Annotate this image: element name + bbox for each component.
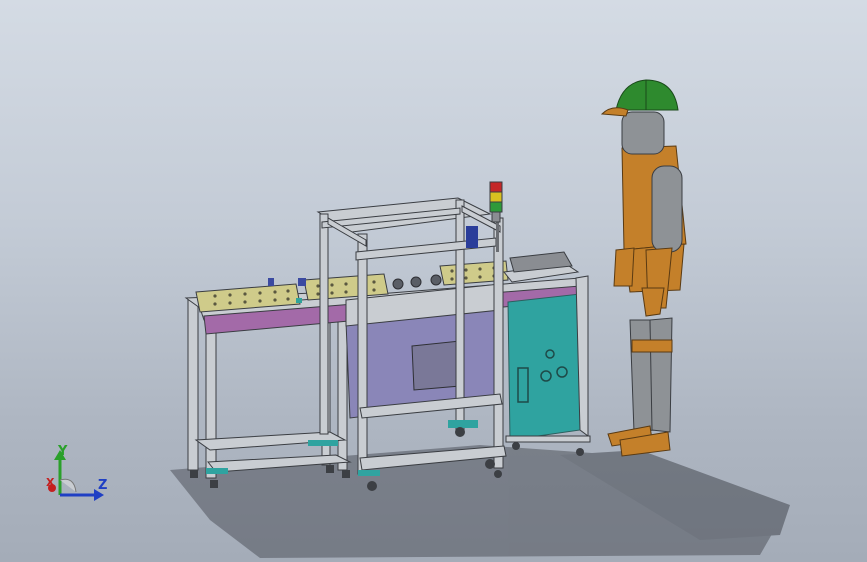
housing-ports (392, 274, 442, 290)
operator-figure[interactable] (600, 79, 687, 457)
cad-viewport[interactable] (0, 0, 867, 562)
axis-x-label: X (46, 476, 55, 489)
axis-z-label: Z (98, 478, 108, 493)
coordinate-triad: Y X Z (40, 440, 120, 510)
triad-axes-icon (48, 450, 104, 501)
axis-y-label: Y (58, 444, 68, 459)
